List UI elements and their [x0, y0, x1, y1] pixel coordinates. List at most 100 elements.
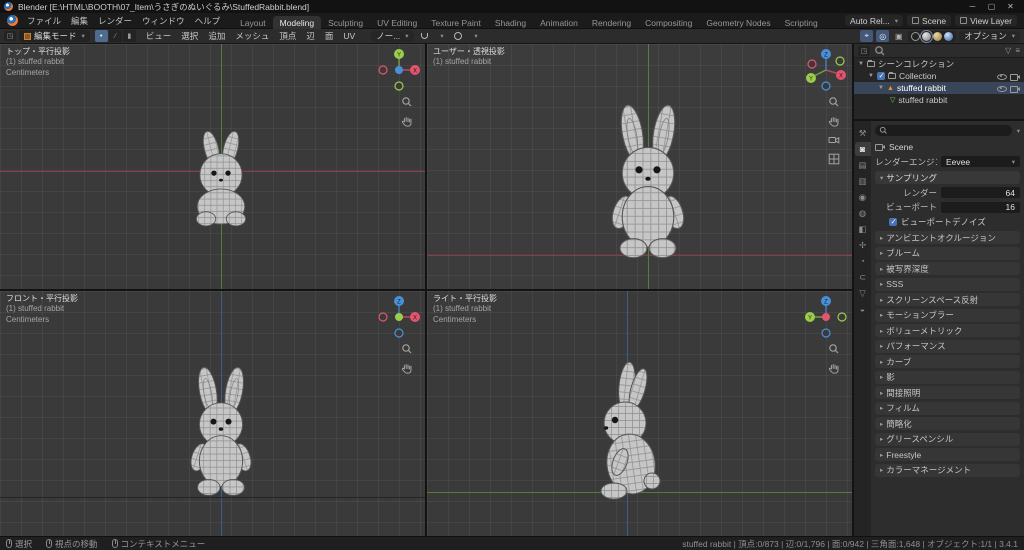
properties-section-header[interactable]: フィルム: [875, 401, 1020, 415]
properties-section-header[interactable]: 間接照明: [875, 386, 1020, 399]
pan-hand-icon[interactable]: [401, 362, 413, 374]
menu-item[interactable]: 編集: [66, 14, 93, 28]
outliner-row-object[interactable]: ▼ ▲ stuffed rabbit: [854, 82, 1024, 94]
snap-settings-dropdown[interactable]: [435, 30, 448, 42]
face-select-mode-button[interactable]: ▮: [122, 30, 136, 42]
properties-section-header[interactable]: Freestyle: [875, 448, 1020, 461]
properties-tab[interactable]: ⊂: [855, 270, 871, 284]
render-engine-select[interactable]: Eevee: [941, 156, 1020, 167]
properties-tab[interactable]: ▥: [855, 174, 871, 188]
menu-item[interactable]: レンダー: [93, 14, 137, 28]
workspace-tab[interactable]: Modeling: [272, 15, 322, 29]
navigation-gizmo[interactable]: Y Z: [804, 295, 848, 339]
properties-tab[interactable]: ▽: [855, 286, 871, 300]
properties-section-header[interactable]: アンビエントオクルージョン: [875, 231, 1020, 244]
minimize-button[interactable]: [963, 2, 982, 11]
expand-icon[interactable]: ▼: [878, 85, 884, 91]
zoom-icon[interactable]: [828, 343, 840, 355]
menu-item[interactable]: ヘルプ: [190, 14, 226, 28]
search-icon[interactable]: [874, 45, 886, 57]
vertex-select-mode-button[interactable]: •: [94, 30, 108, 42]
disable-in-render-icon[interactable]: [1010, 72, 1020, 81]
shading-solid-icon[interactable]: [920, 29, 934, 43]
toolheader-menu-item[interactable]: 頂点: [274, 29, 301, 43]
hide-in-viewport-icon[interactable]: [997, 84, 1007, 93]
toolheader-menu-item[interactable]: ビュー: [141, 29, 177, 43]
zoom-icon[interactable]: [401, 96, 413, 108]
navigation-gizmo[interactable]: X Z: [377, 295, 421, 339]
show-gizmos-icon[interactable]: ⌖: [860, 30, 874, 42]
panel-sampling-header[interactable]: サンプリング: [875, 171, 1020, 184]
properties-section-header[interactable]: スクリーンスペース反射: [875, 293, 1020, 306]
properties-tab[interactable]: ⚒: [855, 126, 871, 140]
viewport-user[interactable]: ユーザー・透視投影 (1) stuffed rabbit X Z Y: [427, 44, 852, 289]
viewport-denoise-checkbox[interactable]: [889, 217, 897, 226]
properties-tab[interactable]: ◒: [855, 302, 871, 316]
toolheader-menu-item[interactable]: 選択: [176, 29, 203, 43]
transform-orientation-selector[interactable]: ノー...: [371, 30, 414, 42]
outliner-row-scene-collection[interactable]: ▼ シーンコレクション: [854, 58, 1024, 70]
pan-hand-icon[interactable]: [401, 115, 413, 127]
properties-section-header[interactable]: モーションブラー: [875, 308, 1020, 322]
properties-tab[interactable]: ◙: [854, 142, 871, 156]
pan-hand-icon[interactable]: [828, 115, 840, 127]
rabbit-mesh-wireframe[interactable]: [174, 365, 268, 497]
options-dropdown[interactable]: オプション: [959, 30, 1020, 42]
properties-section-header[interactable]: パフォーマンス: [875, 339, 1020, 353]
proportional-edit-icon[interactable]: [452, 30, 465, 42]
xray-toggle-icon[interactable]: ▣: [892, 30, 905, 42]
properties-section-header[interactable]: 被写界深度: [875, 262, 1020, 275]
workspace-tab[interactable]: Layout: [233, 16, 273, 29]
workspace-tab[interactable]: Rendering: [585, 16, 638, 29]
properties-section-header[interactable]: 影: [875, 370, 1020, 384]
viewport-samples-field[interactable]: 16: [941, 201, 1020, 213]
collection-checkbox[interactable]: [877, 71, 885, 80]
workspace-tab[interactable]: Shading: [488, 16, 533, 29]
show-overlays-icon[interactable]: ◎: [876, 30, 890, 42]
toolheader-menu-item[interactable]: UV: [338, 30, 360, 42]
zoom-icon[interactable]: [828, 96, 840, 108]
properties-tab[interactable]: ▤: [855, 158, 871, 172]
toolheader-menu-item[interactable]: 面: [320, 29, 339, 43]
shading-wireframe-icon[interactable]: [911, 31, 921, 41]
rabbit-mesh-wireframe[interactable]: [177, 128, 265, 234]
properties-tab[interactable]: ✢: [855, 238, 871, 252]
expand-icon[interactable]: ▼: [858, 61, 864, 67]
navigation-gizmo[interactable]: X Z Y: [804, 48, 848, 92]
workspace-tab[interactable]: Geometry Nodes: [699, 16, 777, 29]
workspace-tab[interactable]: Texture Paint: [424, 16, 488, 29]
menu-item[interactable]: ウィンドウ: [137, 14, 190, 28]
properties-section-header[interactable]: カーブ: [875, 355, 1020, 368]
workspace-tab[interactable]: Sculpting: [321, 16, 370, 29]
navigation-gizmo[interactable]: X Y: [377, 48, 421, 92]
properties-section-header[interactable]: グリースペンシル: [875, 432, 1020, 446]
outliner-row-mesh-data[interactable]: ▽ stuffed rabbit: [854, 94, 1024, 106]
orthographic-toggle-icon[interactable]: [828, 153, 840, 165]
auto-overrides-button[interactable]: Auto Rel...: [845, 15, 903, 26]
maximize-button[interactable]: [982, 2, 1001, 11]
render-samples-field[interactable]: 64: [941, 187, 1020, 198]
toolheader-menu-item[interactable]: 追加: [203, 29, 230, 43]
outliner-row-collection[interactable]: ▼ Collection: [854, 70, 1024, 82]
mode-selector[interactable]: 編集モード: [19, 30, 90, 42]
zoom-icon[interactable]: [401, 343, 413, 355]
close-button[interactable]: [1001, 2, 1020, 11]
hide-in-viewport-icon[interactable]: [997, 72, 1007, 81]
properties-section-header[interactable]: ボリューメトリック: [875, 324, 1020, 337]
properties-filter-icon[interactable]: [1015, 126, 1020, 135]
outliner-editor-type-icon[interactable]: [858, 45, 870, 56]
properties-section-header[interactable]: カラーマネージメント: [875, 463, 1020, 477]
properties-section-header[interactable]: 簡略化: [875, 417, 1020, 430]
view-layer-selector[interactable]: View Layer: [955, 15, 1017, 26]
properties-search-input[interactable]: [875, 125, 1012, 136]
properties-tab[interactable]: ◍: [855, 206, 871, 220]
toolheader-menu-item[interactable]: メッシュ: [230, 29, 274, 43]
filter-icon[interactable]: ▽: [1005, 46, 1011, 55]
blender-menu-icon[interactable]: [7, 15, 18, 26]
expand-icon[interactable]: ▼: [868, 73, 874, 79]
properties-tab[interactable]: ◔: [855, 254, 871, 268]
camera-view-icon[interactable]: [828, 134, 840, 146]
viewport-front[interactable]: フロント・平行投影 (1) stuffed rabbit Centimeters…: [0, 291, 425, 536]
workspace-tab[interactable]: UV Editing: [370, 16, 424, 29]
magnet-snap-icon[interactable]: [418, 30, 431, 42]
